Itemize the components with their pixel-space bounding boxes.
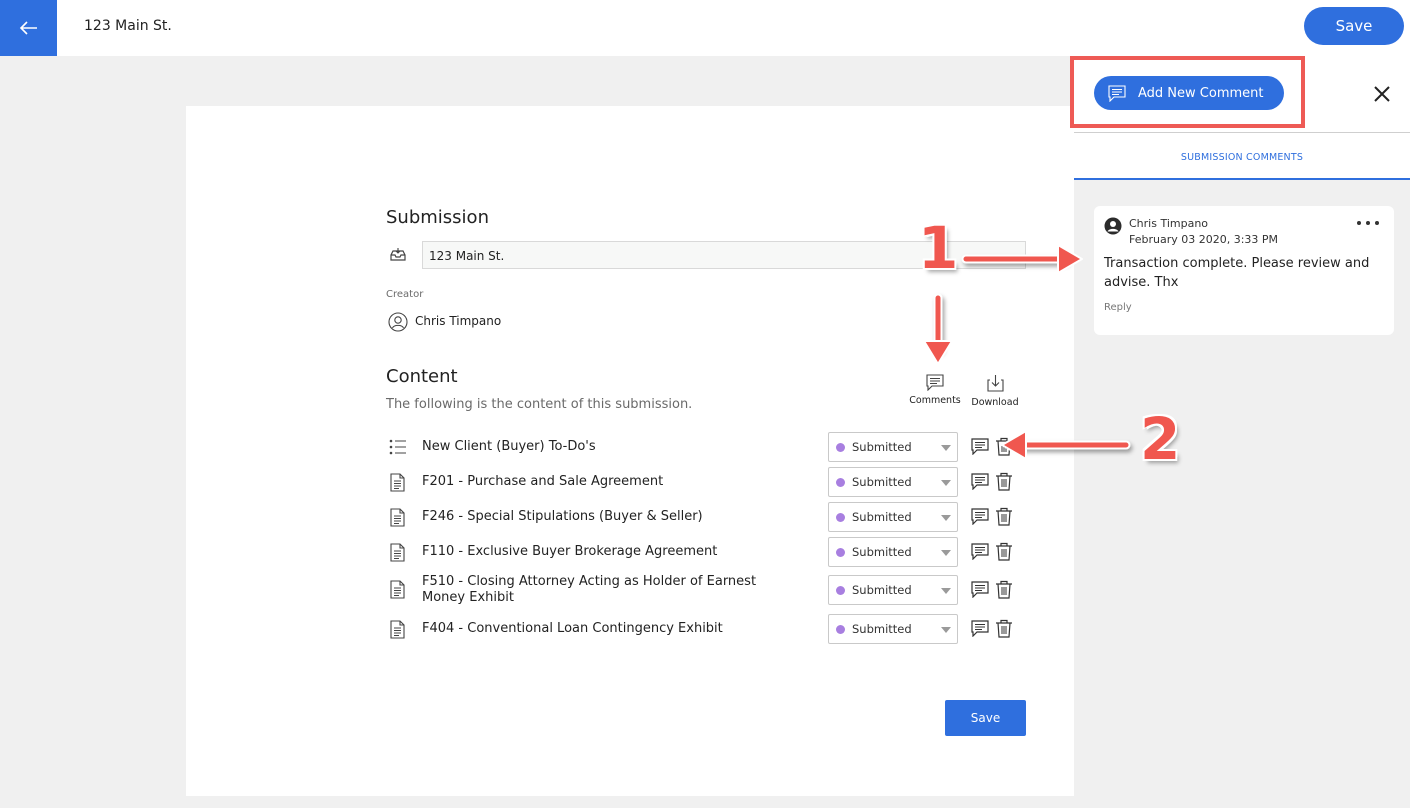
close-icon[interactable] — [1370, 82, 1394, 106]
content-item-label[interactable]: F510 - Closing Attorney Acting as Holder… — [422, 574, 802, 606]
status-value: Submitted — [852, 545, 912, 559]
annotation-number-2: 2 — [1140, 405, 1181, 473]
document-icon — [390, 473, 405, 492]
top-bar: 123 Main St. Save — [0, 0, 1410, 56]
status-dot — [836, 512, 845, 522]
status-dot — [836, 547, 845, 557]
download-icon — [987, 375, 1004, 392]
back-button[interactable] — [0, 0, 57, 56]
annotation-highlight-box — [1070, 56, 1305, 128]
chevron-down-icon — [941, 445, 951, 451]
content-item-label[interactable]: F110 - Exclusive Buyer Brokerage Agreeme… — [422, 544, 802, 560]
row-comment-icon[interactable] — [971, 620, 989, 637]
user-circle-icon — [388, 312, 408, 332]
comment-date: February 03 2020, 3:33 PM — [1129, 233, 1279, 246]
content-description: The following is the content of this sub… — [386, 397, 693, 412]
status-dot — [836, 585, 845, 595]
status-select[interactable]: Submitted — [828, 432, 958, 462]
comment-body: Transaction complete. Please review and … — [1104, 256, 1370, 290]
status-dot — [836, 477, 845, 487]
comment-author: Chris Timpano — [1129, 217, 1209, 230]
tab-underline — [1074, 178, 1410, 180]
status-select[interactable]: Submitted — [828, 467, 958, 497]
chevron-down-icon — [941, 480, 951, 486]
row-comment-icon[interactable] — [971, 543, 989, 560]
chevron-down-icon — [941, 550, 951, 556]
status-value: Submitted — [852, 475, 912, 489]
content-heading: Content — [386, 366, 458, 387]
row-comment-icon[interactable] — [971, 581, 989, 598]
row-comment-icon[interactable] — [971, 508, 989, 525]
document-icon — [390, 508, 405, 527]
trash-icon[interactable] — [995, 580, 1013, 599]
tab-submission-comments[interactable]: SUBMISSION COMMENTS — [1074, 152, 1410, 163]
status-value: Submitted — [852, 440, 912, 454]
comment-card: Chris Timpano February 03 2020, 3:33 PM … — [1094, 206, 1394, 335]
inbox-icon — [390, 248, 406, 261]
status-select[interactable]: Submitted — [828, 537, 958, 567]
user-avatar-icon — [1104, 217, 1122, 235]
chevron-down-icon — [941, 515, 951, 521]
trash-icon[interactable] — [995, 437, 1013, 456]
chevron-down-icon — [941, 627, 951, 633]
comment-icon — [926, 374, 944, 392]
status-value: Submitted — [852, 622, 912, 636]
submission-card: Submission 123 Main St. Creator Chris Ti… — [186, 106, 1074, 796]
trash-icon[interactable] — [995, 507, 1013, 526]
creator-name: Chris Timpano — [415, 314, 502, 328]
row-comment-icon[interactable] — [971, 473, 989, 490]
status-dot — [836, 442, 845, 452]
submission-heading: Submission — [386, 207, 489, 228]
document-icon — [390, 580, 405, 599]
content-item-label[interactable]: F404 - Conventional Loan Contingency Exh… — [422, 621, 802, 637]
divider — [1074, 132, 1410, 133]
content-save-button[interactable]: Save — [945, 700, 1026, 736]
creator-label: Creator — [386, 289, 424, 300]
checklist-icon — [389, 439, 406, 455]
more-options-icon[interactable] — [1356, 220, 1380, 226]
comments-panel: SUBMISSION COMMENTS — [1074, 56, 1410, 808]
status-select[interactable]: Submitted — [828, 614, 958, 644]
trash-icon[interactable] — [995, 542, 1013, 561]
status-select[interactable]: Submitted — [828, 502, 958, 532]
save-button[interactable]: Save — [1304, 7, 1404, 45]
document-icon — [390, 620, 405, 639]
document-icon — [390, 543, 405, 562]
trash-icon[interactable] — [995, 472, 1013, 491]
status-value: Submitted — [852, 510, 912, 524]
status-select[interactable]: Submitted — [828, 575, 958, 605]
content-item-label[interactable]: F246 - Special Stipulations (Buyer & Sel… — [422, 509, 802, 525]
chevron-down-icon — [941, 588, 951, 594]
content-item-label[interactable]: New Client (Buyer) To-Do's — [422, 439, 802, 455]
trash-icon[interactable] — [995, 619, 1013, 638]
content-item-label[interactable]: F201 - Purchase and Sale Agreement — [422, 474, 802, 490]
reply-link[interactable]: Reply — [1104, 302, 1132, 313]
download-tool-button[interactable]: Download — [960, 374, 1030, 408]
status-dot — [836, 624, 845, 634]
annotation-number-1: 1 — [918, 214, 959, 282]
download-tool-label: Download — [971, 397, 1019, 408]
arrow-left-icon — [19, 21, 37, 35]
status-value: Submitted — [852, 583, 912, 597]
row-comment-icon[interactable] — [971, 438, 989, 455]
page-title: 123 Main St. — [84, 18, 172, 34]
